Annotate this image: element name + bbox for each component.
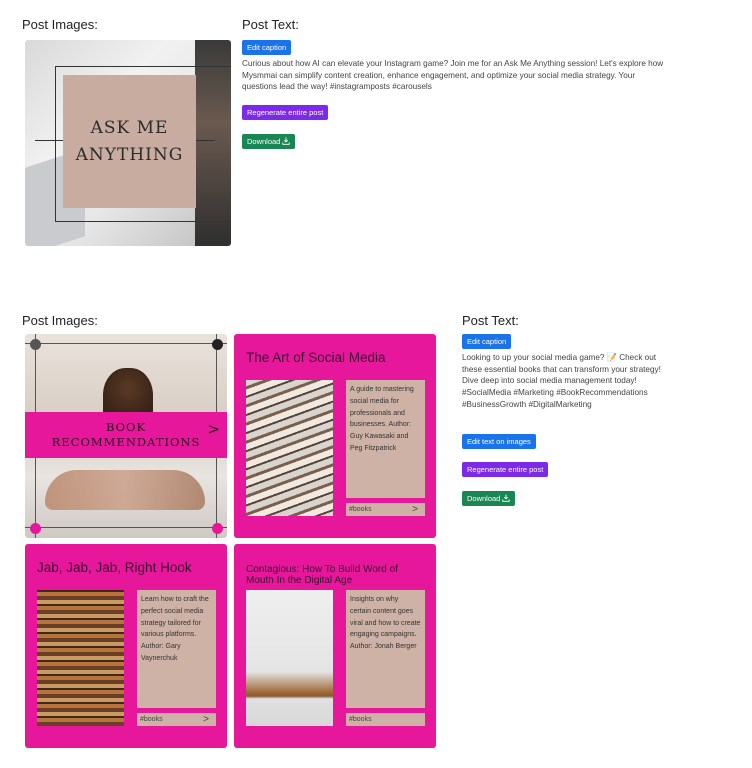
download-button[interactable]: Download [242, 134, 296, 149]
book-tag: #books [349, 506, 372, 513]
regenerate-post-button[interactable]: Regenerate entire post [462, 462, 549, 477]
download-icon [282, 137, 291, 146]
book-tag: #books [140, 716, 163, 723]
book-title: The Art of Social Media [246, 350, 386, 365]
book-tag: #books [349, 716, 372, 723]
post-images-heading: Post Images: [22, 313, 98, 328]
download-label: Download [467, 494, 501, 503]
cover-title-line: RECOMMENDATIONS [51, 435, 201, 449]
corner-dot [212, 339, 223, 350]
cover-arrow: > [207, 420, 221, 438]
next-arrow: > [203, 714, 209, 725]
image-text: ASK ME ANYTHING [76, 115, 184, 169]
corner-dot [212, 523, 223, 534]
library-image [246, 380, 333, 516]
corner-dot [30, 523, 41, 534]
image-text-line: ANYTHING [75, 144, 184, 165]
corner-dot [30, 339, 41, 350]
books-on-table-image [246, 590, 333, 726]
book-tag-bar: #books > [346, 503, 425, 516]
image-text-tile: ASK ME ANYTHING [63, 75, 196, 208]
book-title: Contagious: How To Build Word of Mouth I… [246, 564, 398, 586]
post-text-heading: Post Text: [462, 313, 519, 328]
image-text-line: ASK ME [90, 117, 169, 138]
book-description: Learn how to craft the perfect social me… [137, 590, 216, 708]
cover-title-band: BOOK RECOMMENDATIONS > [25, 412, 227, 458]
grid-line [25, 527, 227, 528]
legs-graphic [45, 470, 205, 510]
post-caption: Curious about how AI can elevate your In… [242, 59, 664, 92]
book-title: Jab, Jab, Jab, Right Hook [37, 560, 192, 575]
regenerate-post-button[interactable]: Regenerate entire post [242, 105, 329, 120]
next-arrow: > [412, 504, 418, 515]
edit-text-on-images-button[interactable]: Edit text on images [462, 434, 536, 449]
post-text-heading: Post Text: [242, 17, 299, 32]
post-1-image-ask-me-anything[interactable]: ASK ME ANYTHING [25, 40, 231, 246]
carousel-slide-cover[interactable]: BOOK RECOMMENDATIONS > [25, 334, 227, 538]
cover-title-line: BOOK [105, 420, 147, 434]
carousel-slide-book-2[interactable]: Jab, Jab, Jab, Right Hook Learn how to c… [25, 544, 227, 748]
book-description: Insights on why certain content goes vir… [346, 590, 425, 708]
book-tag-bar: #books [346, 713, 425, 726]
carousel-slide-book-1[interactable]: The Art of Social Media A guide to maste… [234, 334, 436, 538]
post-images-heading: Post Images: [22, 17, 98, 32]
grid-line [25, 343, 227, 344]
download-label: Download [247, 137, 281, 146]
edit-caption-button[interactable]: Edit caption [462, 334, 512, 349]
carousel-slide-book-3[interactable]: Contagious: How To Build Word of Mouth I… [234, 544, 436, 748]
book-description: A guide to mastering social media for pr… [346, 380, 425, 498]
download-button[interactable]: Download [462, 491, 516, 506]
download-icon [502, 494, 511, 503]
bookshelf-image [37, 590, 124, 726]
book-tag-bar: #books > [137, 713, 216, 726]
post-caption: Looking to up your social media game? 📝 … [462, 353, 661, 409]
edit-caption-button[interactable]: Edit caption [242, 40, 292, 55]
